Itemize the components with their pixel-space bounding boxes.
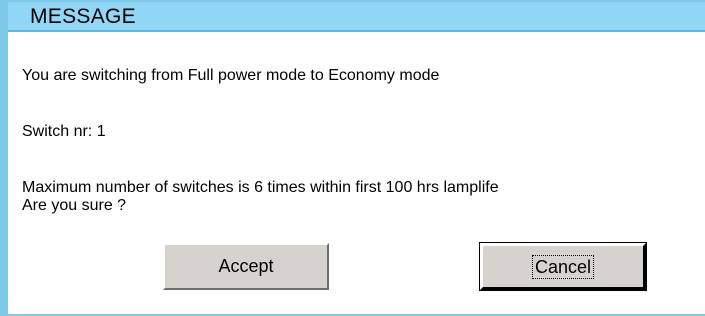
max-switches-warning: Maximum number of switches is 6 times wi… bbox=[22, 179, 499, 196]
switch-number-text: Switch nr: 1 bbox=[22, 123, 106, 140]
cancel-button-label: Cancel bbox=[531, 254, 595, 279]
title-bar: MESSAGE bbox=[8, 2, 705, 32]
cancel-button[interactable]: Cancel bbox=[479, 242, 647, 291]
confirmation-question: Are you sure ? bbox=[22, 197, 127, 214]
accept-button-label: Accept bbox=[218, 256, 274, 276]
message-dialog: MESSAGE You are switching from Full powe… bbox=[0, 0, 705, 316]
accept-button[interactable]: Accept bbox=[163, 243, 329, 290]
dialog-title: MESSAGE bbox=[30, 5, 136, 28]
mode-switch-message: You are switching from Full power mode t… bbox=[22, 67, 440, 84]
